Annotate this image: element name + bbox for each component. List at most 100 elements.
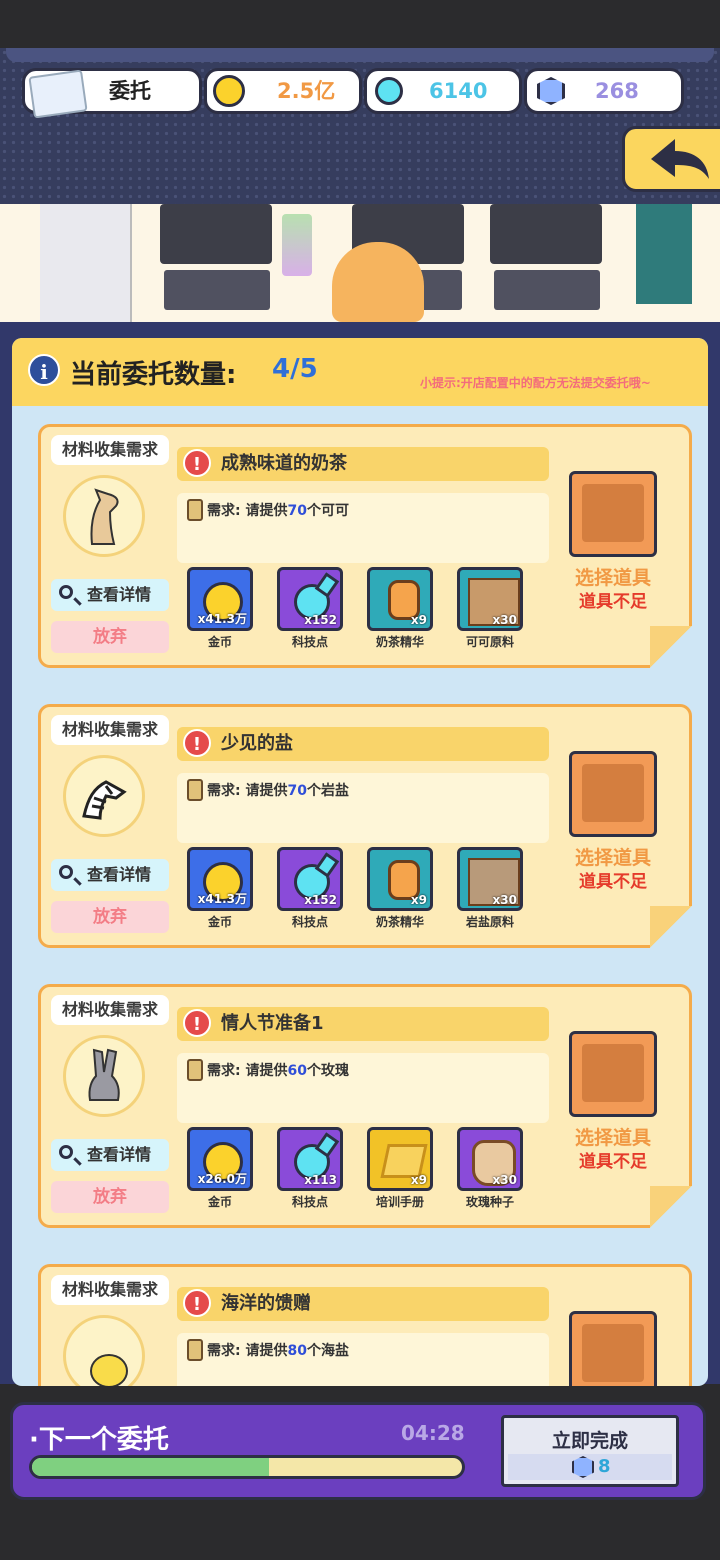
next-commission-bar: ·下一个委托 04:28 立即完成 8: [10, 1402, 706, 1500]
rabbit-avatar: [63, 1035, 145, 1117]
requirement-text: 需求: 请提供60个玫瑰: [207, 1059, 349, 1083]
complete-now-button[interactable]: 立即完成 8: [501, 1415, 679, 1487]
magnifier-icon: [59, 585, 73, 599]
reward-item[interactable]: x41.3万 金币: [187, 567, 253, 650]
card-tag: 材料收集需求: [51, 995, 169, 1025]
view-details-button[interactable]: 查看详情: [51, 859, 169, 891]
req-suffix: 个玫瑰: [306, 1063, 349, 1079]
commission-card: 材料收集需求 ! 海洋的馈赠 需求: 请提供80个海盐: [38, 1264, 692, 1386]
gold-coin-icon: [213, 75, 245, 107]
back-button[interactable]: [622, 126, 720, 192]
select-item-button[interactable]: [569, 751, 657, 837]
task-label: 委托: [109, 79, 151, 103]
timer: 04:28: [401, 1421, 465, 1445]
reward-qty: x30: [492, 1173, 517, 1187]
reward-item[interactable]: x41.3万 金币: [187, 847, 253, 930]
clipboard-icon: [187, 1059, 203, 1081]
requirement-text: 需求: 请提供80个海盐: [207, 1339, 349, 1363]
req-prefix: 需求: 请提供: [207, 503, 288, 519]
cat-character: [332, 242, 424, 322]
reward-name: 金币: [207, 915, 232, 929]
requirement-text: 需求: 请提供70个岩盐: [207, 779, 349, 803]
view-details-button[interactable]: 查看详情: [51, 1139, 169, 1171]
reward-item[interactable]: x9 培训手册: [367, 1127, 433, 1210]
card-title: 成熟味道的奶茶: [221, 453, 347, 474]
info-icon[interactable]: i: [28, 354, 60, 386]
reward-item[interactable]: x152 科技点: [277, 847, 343, 930]
select-item-label: 选择道具: [574, 1127, 651, 1149]
reward-item[interactable]: x9 奶茶精华: [367, 847, 433, 930]
page-fold: [650, 906, 692, 948]
select-item-button[interactable]: [569, 1031, 657, 1117]
progress-trough: [32, 1458, 462, 1476]
gem-icon: [537, 77, 565, 105]
reward-item[interactable]: x152 科技点: [277, 567, 343, 650]
detail-label: 查看详情: [87, 865, 152, 884]
giraffe-icon: [90, 488, 119, 545]
abandon-button[interactable]: 放弃: [51, 901, 169, 933]
alert-icon: !: [183, 449, 211, 477]
card-tag: 材料收集需求: [51, 1275, 169, 1305]
task-pill[interactable]: 委托: [22, 68, 202, 119]
card-tag: 材料收集需求: [51, 435, 169, 465]
reward-qty: x9: [410, 1173, 427, 1187]
commission-card: 材料收集需求 ! 成熟味道的奶茶 需求: 请提供70个可可 查看详情 放弃 x4…: [38, 424, 692, 668]
gold-pill[interactable]: 2.5亿: [204, 68, 362, 114]
reward-item[interactable]: x9 奶茶精华: [367, 567, 433, 650]
cost-strip: 8: [508, 1454, 672, 1480]
reward-qty: x30: [492, 613, 517, 627]
reward-qty: x152: [304, 893, 337, 907]
next-commission-label: ·下一个委托: [29, 1425, 169, 1455]
abandon-button[interactable]: 放弃: [51, 1181, 169, 1213]
gem-value: 268: [595, 79, 639, 103]
progress-fill: [32, 1458, 269, 1476]
reward-qty: x9: [410, 613, 427, 627]
chick-avatar: [63, 1315, 145, 1386]
flask-icon: [375, 77, 403, 105]
reward-item[interactable]: x30 岩盐原料: [457, 847, 523, 930]
view-details-button[interactable]: 查看详情: [51, 579, 169, 611]
tech-value: 6140: [429, 79, 488, 103]
reward-qty: x113: [304, 1173, 337, 1187]
giraffe-avatar: [63, 475, 145, 557]
reward-item[interactable]: x26.0万 金币: [187, 1127, 253, 1210]
abandon-button[interactable]: 放弃: [51, 621, 169, 653]
page-fold: [650, 626, 692, 668]
zebra-avatar: [63, 755, 145, 837]
gem-icon: [572, 1456, 594, 1478]
drink-cup: [282, 214, 312, 276]
reward-name: 奶茶精华: [375, 915, 424, 929]
commission-card: 材料收集需求 ! 少见的盐 需求: 请提供70个岩盐 查看详情 放弃 x41.3…: [38, 704, 692, 948]
select-item-label: 选择道具: [574, 847, 651, 869]
page-fold: [650, 1186, 692, 1228]
reward-qty: x30: [492, 893, 517, 907]
select-item-button[interactable]: [569, 1311, 657, 1386]
clipboard-icon: [187, 779, 203, 801]
navigation-bar: [0, 1512, 720, 1560]
reward-qty: x26.0万: [197, 1172, 247, 1186]
clipboard-icon: [187, 499, 203, 521]
req-number: 70: [287, 783, 307, 799]
card-title: 海洋的馈赠: [221, 1293, 311, 1314]
monitor: [490, 204, 602, 264]
keyboard: [164, 270, 270, 310]
requirement-text: 需求: 请提供70个可可: [207, 499, 349, 523]
gem-pill[interactable]: 268: [524, 68, 684, 114]
insufficient-label: 道具不足: [579, 872, 647, 892]
select-item-button[interactable]: [569, 471, 657, 557]
reward-item[interactable]: x30 可可原料: [457, 567, 523, 650]
req-number: 70: [287, 503, 307, 519]
warehouse-icon: [582, 764, 644, 822]
warehouse-icon: [582, 484, 644, 542]
reward-name: 培训手册: [375, 1195, 424, 1209]
magnifier-icon: [59, 1145, 73, 1159]
cabinet: [636, 204, 692, 304]
req-prefix: 需求: 请提供: [207, 1343, 288, 1359]
reward-item[interactable]: x30 玫瑰种子: [457, 1127, 523, 1210]
tech-pill[interactable]: 6140: [364, 68, 522, 114]
card-title: 情人节准备1: [221, 1013, 324, 1034]
alert-icon: !: [183, 1289, 211, 1317]
progress-track: [29, 1455, 465, 1479]
reward-item[interactable]: x113 科技点: [277, 1127, 343, 1210]
rabbit-icon: [88, 1048, 120, 1101]
